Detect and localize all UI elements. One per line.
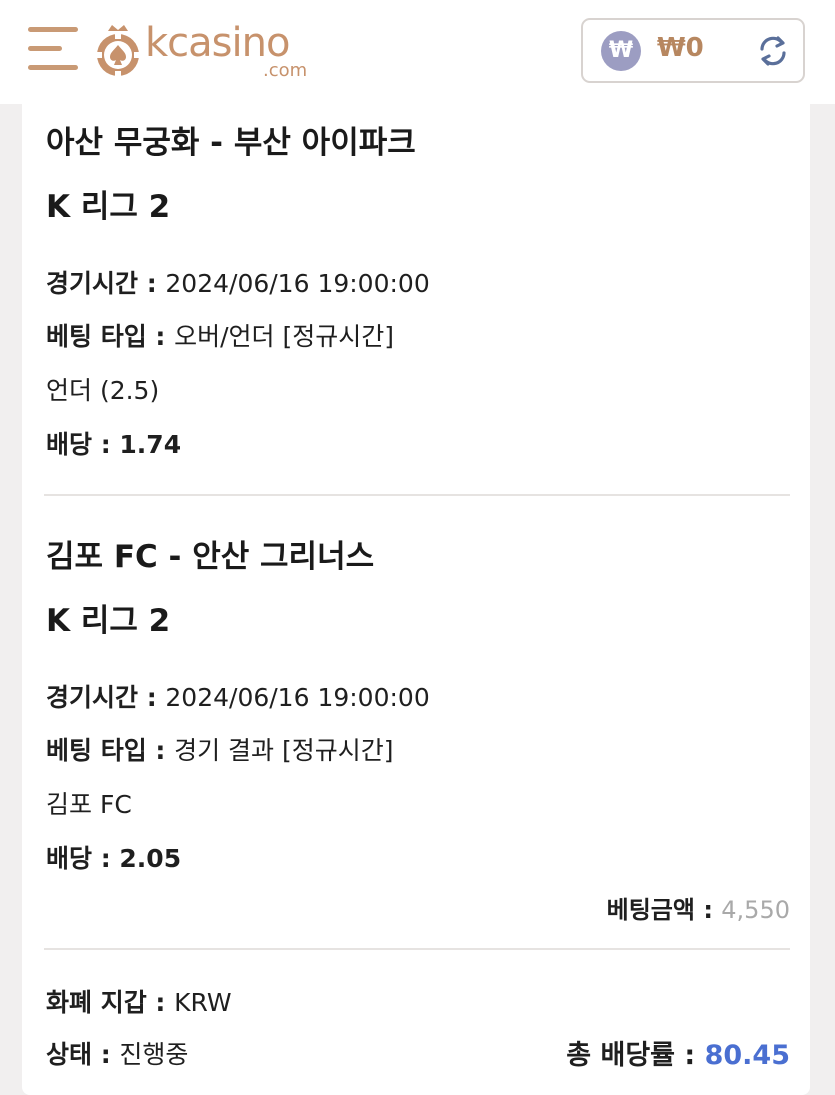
odds-value: 2.05 <box>119 844 182 873</box>
menu-icon[interactable] <box>28 24 78 74</box>
league-name: K 리그 2 <box>46 603 171 639</box>
odds-row: 배당 : 2.05 <box>46 839 181 875</box>
status-row: 상태 : 진행중 <box>46 1035 188 1071</box>
bet-type-value: 오버/언더 [정규시간] <box>174 322 394 351</box>
match-time-value: 2024/06/16 19:00:00 <box>165 683 430 712</box>
bet-type-label: 베팅 타입 : <box>46 322 175 351</box>
league-name: K 리그 2 <box>46 189 171 225</box>
bet-amount-value: 4,550 <box>721 896 790 924</box>
match-time-value: 2024/06/16 19:00:00 <box>165 269 430 298</box>
match-time-row: 경기시간 : 2024/06/16 19:00:00 <box>46 264 430 300</box>
wallet-box: ₩ ₩0 <box>581 18 805 83</box>
selection-text: 김포 FC <box>46 790 132 819</box>
currency-value: KRW <box>174 988 232 1017</box>
bet-slip-content: 아산 무궁화 - 부산 아이파크 K 리그 2 경기시간 : 2024/06/1… <box>0 0 835 1084</box>
match-title: 아산 무궁화 - 부산 아이파크 <box>46 125 416 161</box>
divider <box>44 494 790 496</box>
match-time-label: 경기시간 : <box>46 269 166 298</box>
top-header: kcasino .com ₩ ₩0 <box>0 0 835 104</box>
casino-chip-logo-icon <box>97 25 139 76</box>
bet-type-value: 경기 결과 [정규시간] <box>174 736 394 765</box>
status-value: 진행중 <box>119 1040 189 1069</box>
divider <box>44 948 790 950</box>
total-odds-row: 총 배당률 : 80.45 <box>566 1033 790 1072</box>
won-icon: ₩ <box>601 31 641 71</box>
selection-text: 언더 (2.5) <box>46 376 160 405</box>
bet-amount-row: 베팅금액 : 4,550 <box>607 890 790 925</box>
match-time-row: 경기시간 : 2024/06/16 19:00:00 <box>46 678 430 714</box>
total-odds-value: 80.45 <box>704 1040 790 1071</box>
currency-row: 화폐 지갑 : KRW <box>46 983 232 1019</box>
total-odds-label: 총 배당률 : <box>566 1040 705 1071</box>
refresh-icon[interactable] <box>754 32 792 70</box>
odds-label: 배당 : <box>46 844 120 873</box>
bet-type-row: 베팅 타입 : 경기 결과 [정규시간] <box>46 731 394 767</box>
odds-value: 1.74 <box>119 430 182 459</box>
odds-label: 배당 : <box>46 430 120 459</box>
match-title: 김포 FC - 안산 그리너스 <box>46 539 375 575</box>
odds-row: 배당 : 1.74 <box>46 425 181 461</box>
status-label: 상태 : <box>46 1040 120 1069</box>
currency-label: 화폐 지갑 : <box>46 988 175 1017</box>
bet-type-row: 베팅 타입 : 오버/언더 [정규시간] <box>46 317 394 353</box>
match-time-label: 경기시간 : <box>46 683 166 712</box>
logo-domain: .com <box>263 60 308 81</box>
site-logo[interactable]: kcasino .com <box>93 20 333 84</box>
bet-type-label: 베팅 타입 : <box>46 736 175 765</box>
wallet-balance: ₩0 <box>657 33 704 63</box>
bet-amount-label: 베팅금액 : <box>606 896 722 924</box>
